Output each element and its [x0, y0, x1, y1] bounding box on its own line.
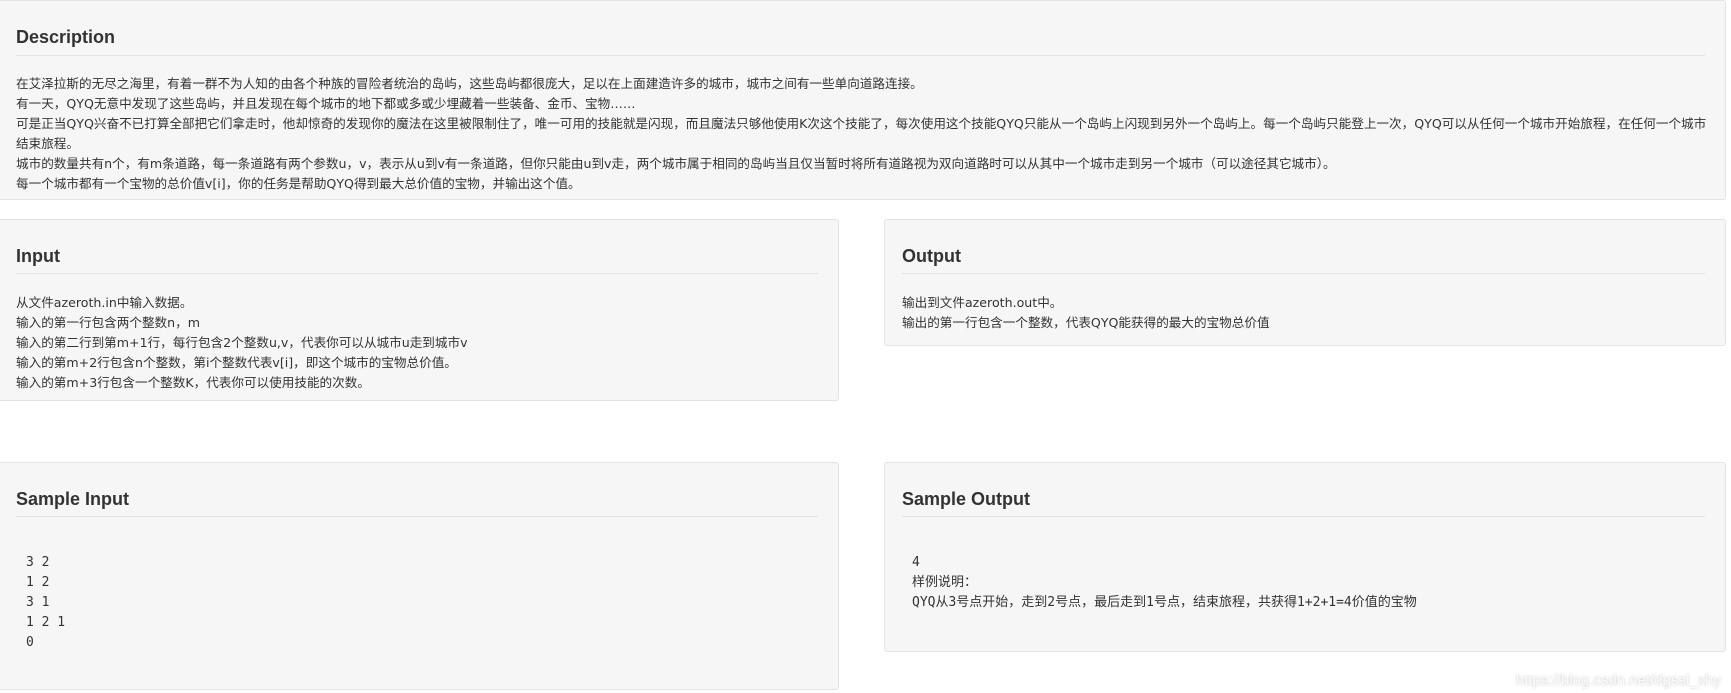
output-heading: Output: [902, 246, 961, 266]
description-line: 城市的数量共有n个，有m条道路，每一条道路有两个参数u，v，表示从u到v有一条道…: [16, 156, 1336, 171]
input-panel: Input 从文件azeroth.in中输入数据。 输入的第一行包含两个整数n，…: [0, 219, 839, 401]
input-line: 输入的第一行包含两个整数n，m: [16, 315, 200, 330]
sample-output-code: 4 样例说明： QYQ从3号点开始，走到2号点，最后走到1号点，结束旅程，共获得…: [912, 553, 1707, 613]
description-body: 在艾泽拉斯的无尽之海里，有着一群不为人知的由各个种族的冒险者统治的岛屿，这些岛屿…: [16, 74, 1707, 194]
sample-output-panel: Sample Output 4 样例说明： QYQ从3号点开始，走到2号点，最后…: [884, 462, 1726, 652]
sample-input-panel: Sample Input 3 2 1 2 3 1 1 2 1 0: [0, 462, 839, 690]
input-body: 从文件azeroth.in中输入数据。 输入的第一行包含两个整数n，m 输入的第…: [16, 293, 820, 393]
output-line: 输出的第一行包含一个整数，代表QYQ能获得的最大的宝物总价值: [902, 315, 1270, 330]
output-line: 输出到文件azeroth.out中。: [902, 295, 1063, 310]
description-panel: Description 在艾泽拉斯的无尽之海里，有着一群不为人知的由各个种族的冒…: [0, 0, 1726, 200]
sample-output-line: 4: [912, 555, 920, 570]
sample-input-code: 3 2 1 2 3 1 1 2 1 0: [26, 553, 820, 653]
description-line: 有一天，QYQ无意中发现了这些岛屿，并且发现在每个城市的地下都或多或少埋藏着一些…: [16, 96, 636, 111]
sample-input-divider: [16, 516, 818, 517]
sample-input-line: 1 2: [26, 575, 50, 590]
output-divider: [902, 273, 1705, 274]
sample-output-line: 样例说明：: [912, 575, 978, 590]
sample-output-line: QYQ从3号点开始，走到2号点，最后走到1号点，结束旅程，共获得1+2+1=4价…: [912, 595, 1417, 610]
input-line: 输入的第二行到第m+1行，每行包含2个整数u,v，代表你可以从城市u走到城市v: [16, 335, 468, 350]
description-divider: [16, 55, 1705, 56]
input-heading: Input: [16, 246, 60, 266]
input-line: 从文件azeroth.in中输入数据。: [16, 295, 193, 310]
sample-output-heading: Sample Output: [902, 489, 1031, 509]
watermark: https://blog.csdn.net/dgssl_xhy: [1515, 672, 1721, 689]
sample-input-line: 0: [26, 635, 34, 650]
sample-input-line: 3 1: [26, 595, 50, 610]
sample-input-line: 1 2 1: [26, 615, 66, 630]
sample-output-divider: [902, 516, 1705, 517]
description-line: 在艾泽拉斯的无尽之海里，有着一群不为人知的由各个种族的冒险者统治的岛屿，这些岛屿…: [16, 76, 923, 91]
input-line: 输入的第m+2行包含n个整数，第i个整数代表v[i]，即这个城市的宝物总价值。: [16, 355, 457, 370]
description-line: 每一个城市都有一个宝物的总价值v[i]，你的任务是帮助QYQ得到最大总价值的宝物…: [16, 176, 581, 191]
description-heading: Description: [16, 27, 116, 47]
output-body: 输出到文件azeroth.out中。 输出的第一行包含一个整数，代表QYQ能获得…: [902, 293, 1707, 333]
input-divider: [16, 273, 818, 274]
description-line: 可是正当QYQ兴奋不已打算全部把它们拿走时，他却惊奇的发现你的魔法在这里被限制住…: [16, 116, 1707, 151]
output-panel: Output 输出到文件azeroth.out中。 输出的第一行包含一个整数，代…: [884, 219, 1726, 346]
sample-input-line: 3 2: [26, 555, 50, 570]
input-line: 输入的第m+3行包含一个整数K，代表你可以使用技能的次数。: [16, 375, 370, 390]
sample-input-heading: Sample Input: [16, 489, 130, 509]
